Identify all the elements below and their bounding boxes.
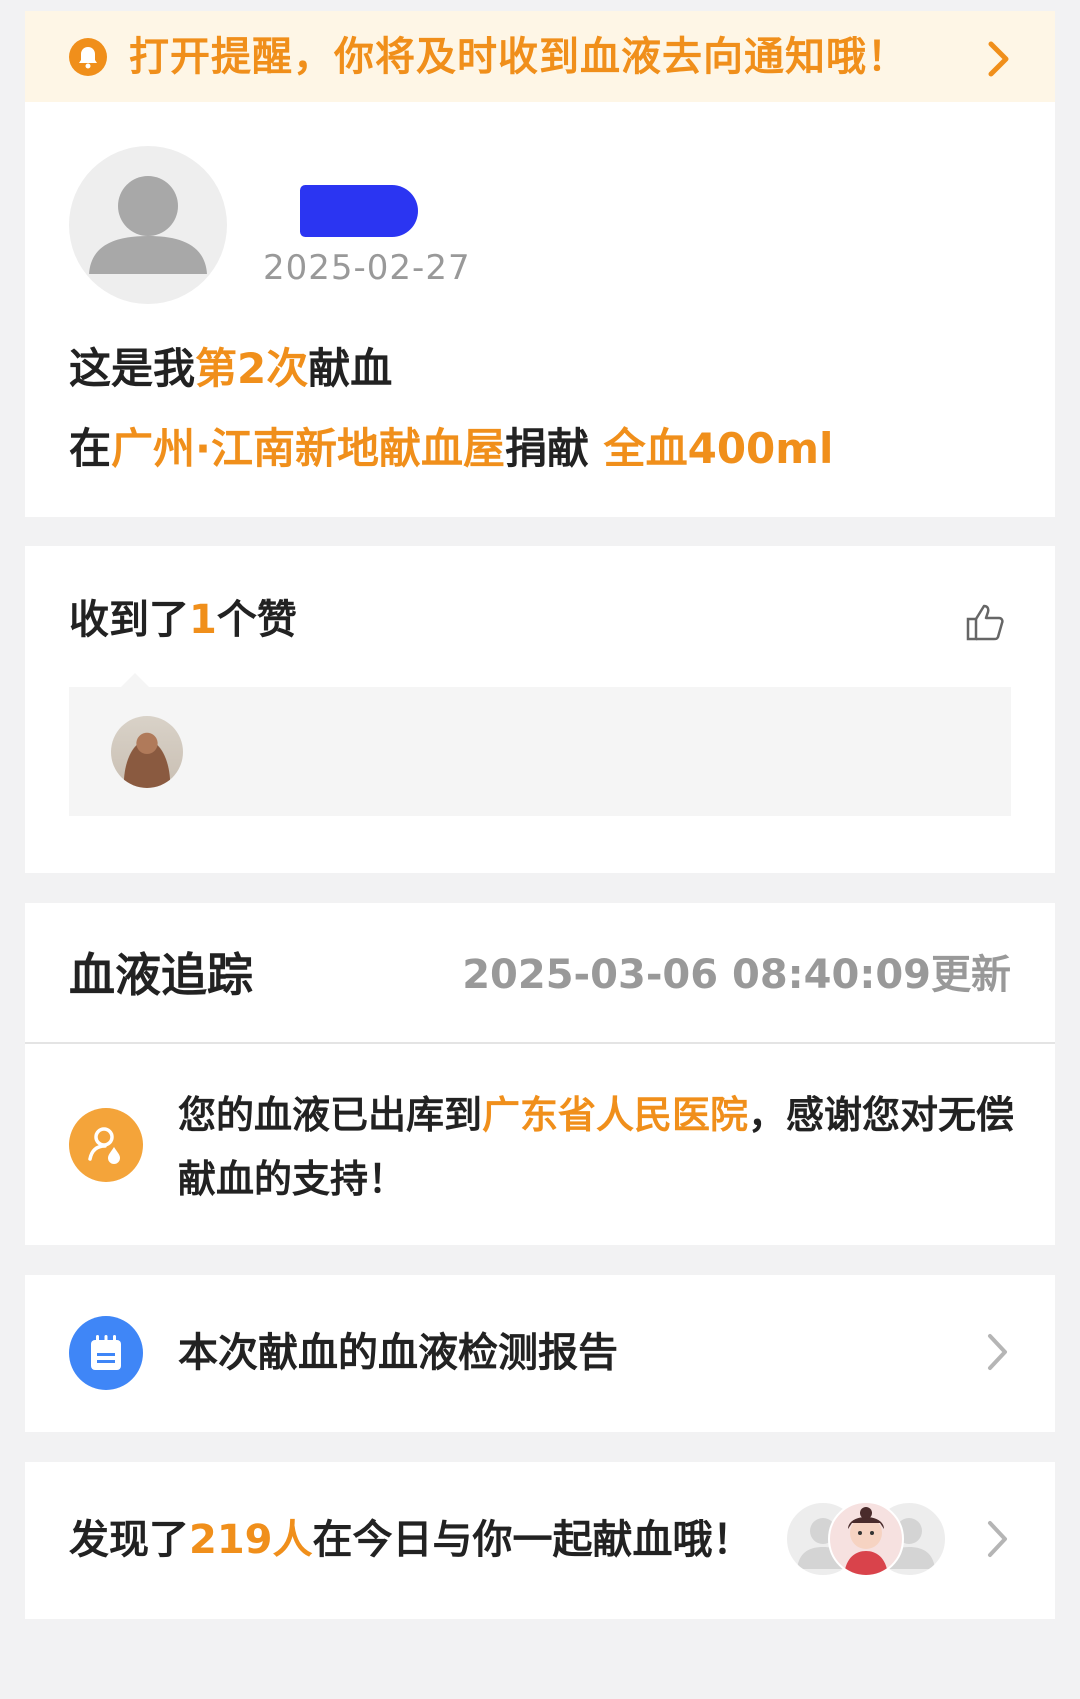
donate-together-text: 发现了219人在今日与你一起献血哦！ xyxy=(69,1517,753,1563)
notification-banner[interactable]: 打开提醒，你将及时收到血液去向通知哦！ xyxy=(25,11,1055,102)
calendar-report-icon xyxy=(69,1316,143,1390)
donation-count: 第2次 xyxy=(195,344,309,393)
donation-location-line: 在广州·江南新地献血屋捐献 全血400ml xyxy=(69,424,834,473)
donation-amount: 全血400ml xyxy=(603,424,834,473)
blood-tracking-card: 血液追踪 2025-03-06 08:40:09更新 您的血液已出库到广东省人民… xyxy=(25,903,1055,1245)
chevron-right-icon xyxy=(987,1520,1009,1562)
avatar xyxy=(69,146,227,304)
tracking-message: 您的血液已出库到广东省人民医院，感谢您对无偿献血的支持！ xyxy=(178,1093,1015,1201)
blood-drop-user-icon xyxy=(69,1108,143,1182)
donation-summary-card: 2025-02-27 这是我第2次献血 在广州·江南新地献血屋捐献 全血400m… xyxy=(25,102,1055,517)
tracking-title: 血液追踪 xyxy=(69,948,253,1002)
liker-avatar[interactable] xyxy=(111,716,183,788)
tracking-header: 血液追踪 2025-03-06 08:40:09更新 xyxy=(25,903,1055,1044)
chevron-right-icon xyxy=(987,1333,1009,1375)
bell-icon xyxy=(69,38,107,76)
hospital-name: 广东省人民医院 xyxy=(482,1093,749,1137)
donation-date: 2025-02-27 xyxy=(263,248,471,288)
cartoon-avatar xyxy=(828,1501,904,1577)
likes-count: 1 xyxy=(189,597,217,643)
likers-list xyxy=(69,687,1011,816)
donation-location: 广州·江南新地献血屋 xyxy=(111,424,505,473)
report-label: 本次献血的血液检测报告 xyxy=(178,1330,618,1376)
likes-card: 收到了1个赞 xyxy=(25,546,1055,873)
blood-test-report-row[interactable]: 本次献血的血液检测报告 xyxy=(25,1275,1055,1432)
donate-together-row[interactable]: 发现了219人在今日与你一起献血哦！ xyxy=(25,1462,1055,1619)
donor-avatars xyxy=(785,1501,947,1577)
likes-box-caret xyxy=(121,673,149,687)
likes-title: 收到了1个赞 xyxy=(69,597,297,643)
donor-count: 219人 xyxy=(189,1517,313,1563)
default-user-icon xyxy=(89,176,207,274)
notification-text: 打开提醒，你将及时收到血液去向通知哦！ xyxy=(129,34,908,80)
chevron-right-icon[interactable] xyxy=(987,41,1011,81)
tracking-updated-time: 2025-03-06 08:40:09更新 xyxy=(462,952,1011,998)
redacted-username xyxy=(300,185,418,237)
thumbs-up-icon[interactable] xyxy=(965,602,1005,646)
donation-count-line: 这是我第2次献血 xyxy=(69,344,393,393)
